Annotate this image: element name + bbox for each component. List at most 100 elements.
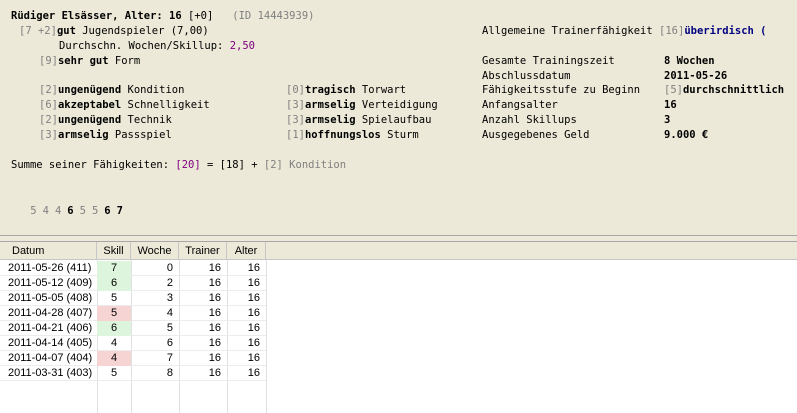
table-row[interactable]: 2011-05-05 (408) 5 3 16 16 (0, 291, 266, 306)
cell-age: 16 (247, 352, 260, 364)
skill-history: 54465567 (5, 190, 129, 232)
trainer-row-value: 8 Wochen (664, 55, 715, 67)
skill-name: Spielaufbau (355, 114, 432, 126)
cell-week: 2 (166, 277, 173, 289)
trainer-row-label: Gesamte Trainingszeit (482, 55, 615, 67)
column-header-week[interactable]: Woche (131, 242, 179, 260)
cell-week: 7 (166, 352, 173, 364)
skill-goalkeeping: [0]tragisch Torwart (286, 83, 406, 97)
skill-level: hoffnungslos (304, 129, 381, 141)
cell-week: 0 (166, 262, 173, 274)
cell-date: 2011-04-14 (405) (8, 337, 93, 349)
avg-weeks-label: Durchschn. Wochen/Skillup: (59, 40, 230, 52)
table-row[interactable]: 2011-03-31 (403) 5 8 16 16 (0, 366, 266, 381)
skill-stamina: [2]ungenügend Kondition (39, 83, 184, 97)
history-value: 6 (104, 205, 111, 217)
cell-week: 4 (166, 307, 173, 319)
history-value: 5 (79, 205, 86, 217)
trainer-ability-label: Allgemeine Trainerfähigkeit (482, 25, 660, 37)
player-header: Rüdiger Elsässer, Alter: 16 [+0] (ID 144… (11, 9, 314, 23)
skill-level: ungenügend (57, 84, 122, 96)
table-row[interactable]: 2011-04-07 (404) 4 7 16 16 (0, 351, 266, 366)
skill-playmaking: [3]armselig Spielaufbau (286, 113, 431, 127)
skill-name: Sturm (380, 129, 419, 141)
cell-skill: 5 (97, 306, 131, 321)
table-row[interactable]: 2011-05-26 (411) 7 0 16 16 (0, 261, 266, 276)
trainer-row-label: Abschlussdatum (482, 70, 571, 82)
youth-level: gut (56, 25, 76, 37)
cell-trainer: 16 (208, 307, 221, 319)
cell-date: 2011-04-28 (407) (8, 307, 93, 319)
skill-prefix: [2] (39, 114, 58, 126)
history-value: 5 (91, 205, 99, 217)
training-history-table: Datum Skill Woche Trainer Alter 2011-05-… (0, 242, 797, 413)
skill-sum-total: [20] (175, 159, 201, 171)
skill-prefix: [2] (39, 84, 58, 96)
cell-week: 5 (166, 322, 173, 334)
column-header-skill[interactable]: Skill (97, 242, 131, 260)
trainer-row-value: 3 (664, 114, 671, 126)
cell-trainer: 16 (208, 262, 221, 274)
history-value: 4 (54, 205, 62, 217)
table-row[interactable]: 2011-04-21 (406) 6 5 16 16 (0, 321, 266, 336)
trainer-row-value-line: [5]durchschnittlich (664, 83, 784, 97)
skill-prefix: [3] (286, 99, 305, 111)
table-row[interactable]: 2011-04-28 (407) 5 4 16 16 (0, 306, 266, 321)
history-value: 5 (30, 205, 37, 217)
trainer-row-label: Anfangsalter (482, 99, 558, 111)
trainer-row-value: 9.000 € (664, 129, 709, 141)
column-header-age[interactable]: Alter (227, 242, 266, 260)
cell-age: 16 (247, 277, 260, 289)
skill-prefix: [3] (39, 129, 58, 141)
trainer-row-value: 16 (664, 99, 677, 111)
trainer-row-label: Ausgegebenes Geld (482, 129, 590, 141)
column-divider (266, 260, 267, 413)
trainer-row-value: 2011-05-26 (664, 70, 728, 82)
skill-level: tragisch (304, 84, 356, 96)
skill-level: armselig (57, 129, 109, 141)
trainer-row-value: durchschnittlich (682, 84, 785, 96)
skill-passing: [3]armselig Passspiel (39, 128, 172, 142)
trainer-row-prefix: [5] (664, 84, 683, 96)
cell-skill: 6 (97, 321, 131, 336)
form-prefix: [9] (39, 55, 58, 67)
cell-skill: 6 (97, 276, 131, 291)
cell-date: 2011-03-31 (403) (8, 367, 93, 379)
player-age-extra: [+0] (181, 10, 214, 22)
skill-scoring: [1]hoffnungslos Sturm (286, 128, 419, 142)
skill-level: armselig (304, 114, 356, 126)
cell-age: 16 (247, 322, 260, 334)
form-level: sehr gut (57, 55, 109, 67)
skill-name: Schnelligkeit (121, 99, 210, 111)
cell-skill: 4 (97, 351, 131, 366)
cell-date: 2011-04-07 (404) (8, 352, 93, 364)
cell-date: 2011-05-05 (408) (8, 292, 93, 304)
cell-date: 2011-05-12 (409) (8, 277, 93, 289)
table-row[interactable]: 2011-05-12 (409) 6 2 16 16 (0, 276, 266, 291)
skill-prefix: [1] (286, 129, 305, 141)
skill-level: armselig (304, 99, 356, 111)
history-value: 7 (116, 205, 123, 217)
column-header-date[interactable]: Datum (0, 242, 97, 260)
cell-age: 16 (247, 262, 260, 274)
cell-trainer: 16 (208, 292, 221, 304)
cell-age: 16 (247, 337, 260, 349)
skill-prefix: [3] (286, 114, 305, 126)
table-header: Datum Skill Woche Trainer Alter (0, 242, 797, 260)
history-value: 6 (67, 205, 74, 217)
cell-skill: 5 (110, 292, 118, 304)
column-header-trainer[interactable]: Trainer (179, 242, 227, 260)
skill-name: Technik (121, 114, 172, 126)
cell-date: 2011-04-21 (406) (8, 322, 93, 334)
table-row[interactable]: 2011-04-14 (405) 4 6 16 16 (0, 336, 266, 351)
form-text: Form (108, 55, 141, 67)
skill-name: Kondition (121, 84, 185, 96)
cell-trainer: 16 (208, 352, 221, 364)
trainer-ability-prefix: [16] (659, 25, 685, 37)
cell-age: 16 (247, 292, 260, 304)
trainer-row-label: Anzahl Skillups (482, 114, 577, 126)
player-age: 16 (169, 10, 182, 22)
cell-week: 8 (166, 367, 173, 379)
youth-text: Jugendspieler (7,00) (75, 25, 209, 37)
cell-trainer: 16 (208, 277, 221, 289)
